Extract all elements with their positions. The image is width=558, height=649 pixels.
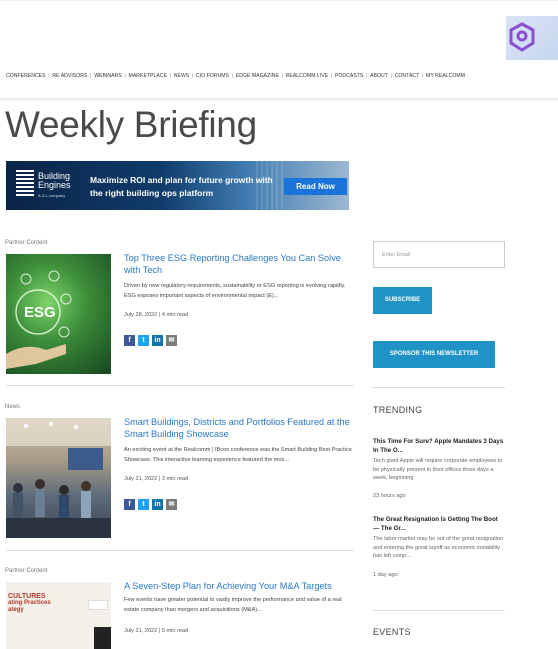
nav-item-edge-magazine[interactable]: EDGE MAGAZINE	[236, 73, 279, 79]
logo-icon	[509, 22, 535, 52]
article-divider	[6, 550, 354, 551]
page-title: Weekly Briefing	[5, 104, 257, 145]
nav-item-conferences[interactable]: CONFERENCES	[6, 73, 46, 79]
sidebar-divider	[373, 610, 505, 611]
article-excerpt: Few events have greater potential to vas…	[124, 597, 342, 613]
banner-read-now-button[interactable]: Read Now	[284, 178, 347, 195]
article-meta: July 21, 2022 | 3 min read	[124, 476, 189, 482]
trending-heading: TRENDING	[373, 405, 423, 415]
nav-item-contact[interactable]: CONTACT	[395, 73, 420, 79]
article-meta: July 21, 2022 | 5 min read	[124, 628, 189, 634]
nav-item-webinars[interactable]: WEBINARS	[94, 73, 122, 79]
trending-item-time: 1 day ago	[373, 572, 398, 578]
esg-thumb-text: ESG	[24, 304, 56, 321]
twitter-icon[interactable]: t	[138, 335, 149, 346]
thumb-logo-icon	[88, 600, 108, 610]
banner-brand-sub: A JLL company	[38, 193, 66, 198]
share-buttons: f t in ✉	[124, 335, 177, 346]
thumb-dark-block	[94, 627, 111, 649]
email-icon[interactable]: ✉	[166, 499, 177, 510]
trending-item-text: The labor market may be out of the great…	[373, 536, 504, 559]
subscribe-button[interactable]: SUBSCRIBE	[373, 287, 432, 314]
article-title[interactable]: Smart Buildings, Districts and Portfolio…	[124, 416, 354, 440]
article-excerpt: Driven by new regulatory requirements, s…	[124, 283, 346, 299]
linkedin-icon[interactable]: in	[152, 499, 163, 510]
trending-item-time: 23 hours ago	[373, 493, 406, 499]
article-thumbnail[interactable]: CULTURES ating Practices ategy	[6, 582, 111, 649]
esg-thumbnail-graphic	[6, 270, 72, 369]
facebook-icon[interactable]: f	[124, 499, 135, 510]
thumb-text: CULTURES ating Practices ategy	[8, 593, 51, 613]
article-divider	[6, 385, 354, 386]
article-title[interactable]: Top Three ESG Reporting Challenges You C…	[124, 252, 354, 276]
facebook-icon[interactable]: f	[124, 335, 135, 346]
banner-building-image	[256, 161, 284, 210]
nav-item-realcomm-live[interactable]: REALCOMM LIVE	[286, 73, 329, 79]
building-engines-logo-icon	[16, 170, 34, 200]
article-thumbnail[interactable]: ESG	[6, 254, 111, 374]
trending-item-title[interactable]: This Time For Sure? Apple Mandates 3 Day…	[373, 438, 505, 455]
article-label: News	[5, 404, 21, 410]
main-nav: CONFERENCES | RE ADVISORS | WEBINARS | MARK…	[6, 73, 465, 79]
nav-item-my-realcomm[interactable]: MY REALCOMM	[426, 73, 465, 79]
email-icon[interactable]: ✉	[166, 335, 177, 346]
linkedin-icon[interactable]: in	[152, 335, 163, 346]
article-thumbnail[interactable]	[6, 418, 111, 538]
banner-brand: Building Engines	[38, 171, 71, 190]
nav-item-podcasts[interactable]: PODCASTS	[335, 73, 363, 79]
realcomm-logo[interactable]	[506, 16, 558, 60]
email-field[interactable]: Enter Email	[373, 241, 505, 268]
twitter-icon[interactable]: t	[138, 499, 149, 510]
share-buttons: f t in ✉	[124, 499, 177, 510]
article-meta: July 28, 2022 | 4 min read	[124, 312, 189, 318]
events-heading: EVENTS	[373, 627, 411, 637]
ad-banner[interactable]: Building Engines A JLL company Maximize …	[6, 161, 349, 210]
showcase-thumbnail-graphic	[6, 418, 111, 538]
nav-item-news[interactable]: NEWS	[174, 73, 189, 79]
header-shadow	[0, 98, 558, 102]
banner-slogan: Maximize ROI and plan for future growth …	[90, 175, 273, 198]
trending-item-title[interactable]: The Great Resignation Is Getting The Boo…	[373, 516, 505, 533]
nav-item-re-advisors[interactable]: RE ADVISORS	[52, 73, 87, 79]
nav-item-about[interactable]: ABOUT	[370, 73, 388, 79]
nav-item-marketplace[interactable]: MARKETPLACE	[129, 73, 167, 79]
trending-item-text: Tech giant Apple will require corporate …	[373, 458, 503, 481]
nav-item-cio-forums[interactable]: CIO FORUMS	[196, 73, 229, 79]
sidebar-divider	[373, 387, 505, 388]
article-title[interactable]: A Seven-Step Plan for Achieving Your M&A…	[124, 580, 354, 592]
article-excerpt: An exciting event at the Realcomm | IBco…	[124, 447, 352, 463]
article-label: Partner Content	[5, 568, 48, 574]
sponsor-newsletter-button[interactable]: SPONSOR THIS NEWSLETTER	[373, 341, 495, 368]
article-label: Partner Content	[5, 240, 48, 246]
top-divider	[0, 0, 558, 1]
